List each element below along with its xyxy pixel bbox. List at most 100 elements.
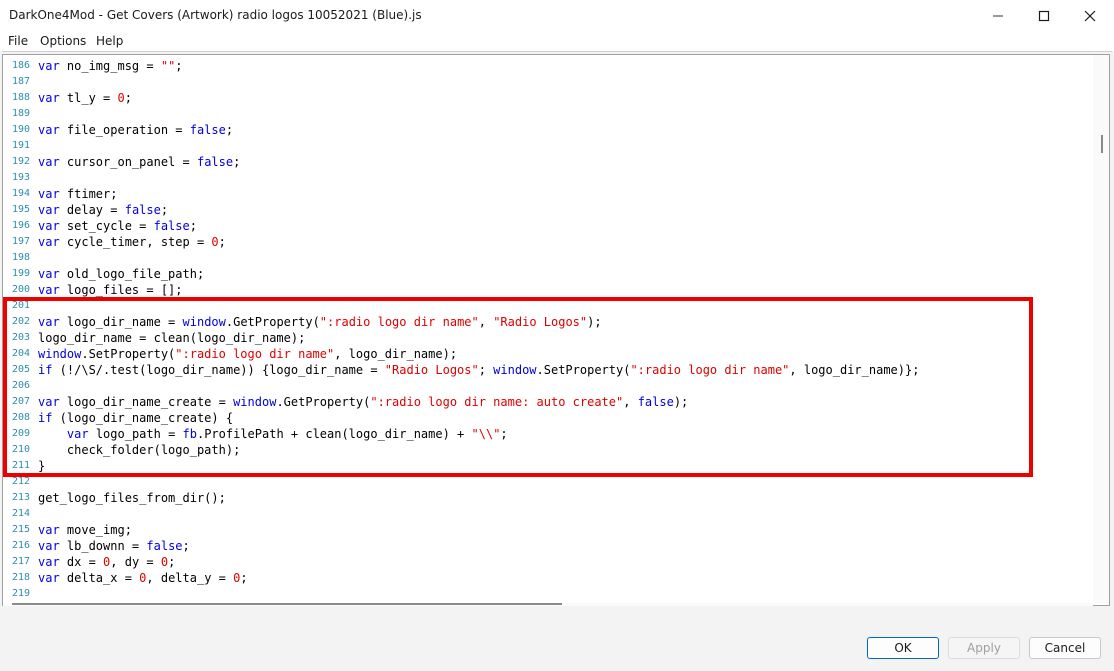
menu-options[interactable]: Options — [40, 34, 86, 48]
line-number: 207 — [12, 396, 31, 407]
code-token: delta_x = — [59, 571, 140, 585]
code-text: var cursor_on_panel = false; — [38, 154, 240, 170]
vertical-scrollbar[interactable] — [1093, 55, 1109, 603]
maximize-button[interactable] — [1021, 0, 1067, 31]
code-token: "Radio Logos" — [493, 315, 588, 329]
line-number: 194 — [12, 188, 31, 199]
code-token: ; — [225, 123, 234, 137]
line-number: 192 — [12, 156, 31, 167]
code-token: logo_dir_name = clean(logo_dir_name); — [38, 331, 306, 345]
code-token: move_img; — [59, 523, 132, 537]
code-token: var — [38, 219, 60, 233]
line-number: 191 — [12, 140, 31, 151]
code-line: 205 if (!/\S/.test(logo_dir_name)) {logo_… — [3, 362, 1109, 378]
code-token: no_img_msg = — [59, 59, 161, 73]
code-token: fb — [182, 427, 197, 441]
code-line: 195 var delay = false; — [3, 202, 1109, 218]
code-token: var — [38, 123, 60, 137]
code-text: var no_img_msg = ""; — [38, 58, 183, 74]
line-number: 202 — [12, 316, 31, 327]
code-token: false — [146, 539, 183, 553]
code-token: ; — [168, 555, 176, 569]
code-text: check_folder(logo_path); — [38, 442, 240, 458]
code-token: logo_files = []; — [59, 283, 183, 297]
code-token: logo_dir_name_create = — [59, 395, 234, 409]
code-editor[interactable]: 186 var no_img_msg = ""; 187 188 var tl_y = … — [2, 54, 1110, 606]
code-token: "" — [160, 59, 176, 73]
code-text: var lb_downn = false; — [38, 538, 190, 554]
code-line: 218 var delta_x = 0, delta_y = 0; — [3, 570, 1109, 586]
code-text: window.SetProperty(":radio logo dir name… — [38, 346, 457, 362]
code-token: var — [38, 315, 60, 329]
line-number: 216 — [12, 540, 31, 551]
code-text: var logo_path = fb.ProfilePath + clean(l… — [38, 426, 508, 442]
code-line: 193 — [3, 170, 1109, 186]
line-number: 206 — [12, 380, 31, 391]
line-number: 201 — [12, 300, 31, 311]
line-number: 189 — [12, 108, 31, 119]
apply-button[interactable]: Apply — [948, 637, 1020, 659]
code-token: var — [38, 155, 60, 169]
code-token: ; — [124, 91, 132, 105]
line-number: 193 — [12, 172, 31, 183]
code-token: var — [38, 539, 60, 553]
code-token: ":radio logo dir name" — [319, 315, 479, 329]
code-line: 186 var no_img_msg = ""; — [3, 58, 1109, 74]
code-line: 215 var move_img; — [3, 522, 1109, 538]
minimize-button[interactable] — [975, 0, 1021, 31]
menu-file[interactable]: File — [8, 34, 28, 48]
code-token: var — [38, 523, 60, 537]
title-bar: DarkOne4Mod - Get Covers (Artwork) radio… — [0, 0, 1114, 31]
vertical-scroll-thumb[interactable] — [1101, 135, 1103, 153]
code-token: ; — [160, 203, 169, 217]
code-line: 200 var logo_files = []; — [3, 282, 1109, 298]
code-text: var set_cycle = false; — [38, 218, 197, 234]
line-number: 217 — [12, 556, 31, 567]
code-token: ; — [175, 59, 183, 73]
code-token: var — [38, 267, 60, 281]
cancel-button[interactable]: Cancel — [1029, 637, 1101, 659]
horizontal-scrollbar[interactable] — [3, 603, 1093, 606]
window-title: DarkOne4Mod - Get Covers (Artwork) radio… — [9, 8, 422, 22]
code-token: check_folder(logo_path); — [38, 443, 241, 457]
code-token: cursor_on_panel = — [59, 155, 197, 169]
line-number: 195 — [12, 204, 31, 215]
code-token: false — [637, 395, 674, 409]
line-number: 198 — [12, 252, 31, 263]
code-token: logo_dir_name = — [59, 315, 183, 329]
line-number: 196 — [12, 220, 31, 231]
code-token: var — [38, 203, 60, 217]
code-token: ; — [189, 219, 197, 233]
line-number: 210 — [12, 444, 31, 455]
code-token: .SetProperty( — [536, 363, 631, 377]
line-number: 186 — [12, 60, 31, 71]
line-number: 190 — [12, 124, 31, 135]
code-token: (!/\S/.test(logo_dir_name)) {logo_dir_na… — [52, 363, 385, 377]
close-button[interactable] — [1067, 0, 1113, 31]
line-number: 209 — [12, 428, 31, 439]
ok-button[interactable]: OK — [867, 637, 939, 659]
code-area[interactable]: 186 var no_img_msg = ""; 187 188 var tl_y = … — [3, 58, 1109, 602]
code-token: "Radio Logos" — [384, 363, 479, 377]
code-text: var move_img; — [38, 522, 132, 538]
menu-help[interactable]: Help — [96, 34, 123, 48]
code-token: .SetProperty( — [81, 347, 176, 361]
code-text: var delay = false; — [38, 202, 168, 218]
code-line: 197 var cycle_timer, step = 0; — [3, 234, 1109, 250]
code-text: var ftimer; — [38, 186, 117, 202]
code-token: var — [38, 555, 60, 569]
code-token: .GetProperty( — [225, 315, 320, 329]
maximize-icon — [1038, 10, 1050, 21]
code-text: var delta_x = 0, delta_y = 0; — [38, 570, 248, 586]
code-token: 0 — [160, 555, 169, 569]
horizontal-scroll-thumb[interactable] — [12, 603, 562, 605]
code-token: ; — [500, 427, 508, 441]
code-line: 216 var lb_downn = false; — [3, 538, 1109, 554]
code-token: , logo_dir_name)}; — [789, 363, 920, 377]
code-token: var — [38, 91, 60, 105]
code-line: 203 logo_dir_name = clean(logo_dir_name); — [3, 330, 1109, 346]
code-token: 0 — [211, 235, 219, 249]
code-line: 211} — [3, 458, 1109, 474]
code-text: var logo_dir_name = window.GetProperty("… — [38, 314, 602, 330]
code-token: } — [38, 459, 46, 473]
